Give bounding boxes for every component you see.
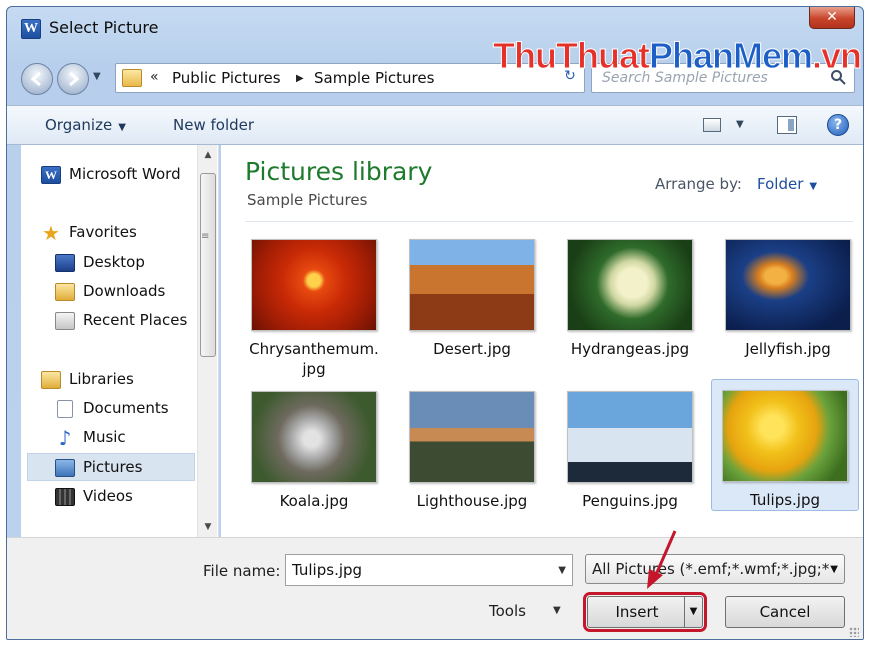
sidebar-scrollbar[interactable]: ▲ ≡ ▼ — [197, 145, 217, 537]
insert-button[interactable]: Insert ▼ — [583, 592, 707, 632]
select-picture-dialog: W Select Picture ✕ ▼ « Public Pictures ▶… — [6, 6, 864, 640]
document-icon — [57, 400, 73, 418]
thumbnail-hydrangeas — [567, 239, 693, 331]
breadcrumb-overflow[interactable]: « — [150, 69, 159, 85]
libraries-icon — [41, 371, 61, 389]
scroll-up-arrow-icon[interactable]: ▲ — [198, 145, 218, 165]
file-type-select[interactable]: All Pictures (*.emf;*.wmf;*.jpg;* ▼ — [585, 554, 845, 584]
chevron-down-icon: ▼ — [809, 181, 818, 192]
breadcrumb-separator[interactable]: ▶ — [296, 73, 304, 84]
view-options-dropdown[interactable]: ▼ — [736, 119, 744, 130]
file-item-koala[interactable]: Koala.jpg — [239, 381, 383, 510]
scrollbar-thumb[interactable] — [200, 173, 216, 357]
window-title: Select Picture — [49, 18, 159, 37]
music-note-icon: ♪ — [58, 426, 72, 450]
file-list-pane: Pictures library Sample Pictures Arrange… — [221, 145, 863, 537]
file-name-label: File name: — [203, 562, 281, 580]
arrange-by-label: Arrange by: — [655, 175, 742, 193]
file-item-tulips[interactable]: Tulips.jpg — [711, 379, 859, 511]
back-arrow-icon — [30, 71, 41, 87]
file-item-penguins[interactable]: Penguins.jpg — [555, 381, 699, 510]
sidebar-item-recent-places[interactable]: Recent Places — [21, 307, 193, 335]
forward-button[interactable] — [57, 63, 89, 95]
file-name-label: Chrysanthemum. jpg — [249, 340, 379, 378]
watermark-logo: ThuThuatPhanMem.vn — [493, 35, 863, 77]
file-item-desert[interactable]: Desert.jpg — [397, 229, 541, 358]
thumbnail-tulips — [722, 390, 848, 482]
breadcrumb-sample-pictures[interactable]: Sample Pictures — [314, 69, 434, 87]
new-folder-button[interactable]: New folder — [173, 116, 254, 134]
chevron-down-icon: ▼ — [118, 122, 126, 133]
library-title: Pictures library — [245, 157, 433, 186]
forward-arrow-icon — [69, 71, 80, 87]
preview-pane-icon[interactable] — [777, 116, 797, 134]
file-name-label: Desert.jpg — [433, 340, 511, 358]
help-icon[interactable]: ? — [827, 114, 849, 136]
thumbnail-jellyfish — [725, 239, 851, 331]
sidebar-item-videos[interactable]: Videos — [21, 483, 193, 511]
file-name-label: Lighthouse.jpg — [416, 492, 528, 510]
file-name-label: Jellyfish.jpg — [745, 340, 831, 358]
file-item-lighthouse[interactable]: Lighthouse.jpg — [397, 381, 541, 510]
folder-icon — [122, 69, 142, 87]
tools-menu[interactable]: Tools — [489, 602, 526, 620]
file-item-hydrangeas[interactable]: Hydrangeas.jpg — [555, 229, 699, 358]
sidebar-item-downloads[interactable]: Downloads — [21, 278, 193, 306]
pictures-icon — [55, 459, 75, 477]
sidebar-item-desktop[interactable]: Desktop — [21, 249, 193, 277]
cancel-button[interactable]: Cancel — [725, 596, 845, 628]
header-divider — [245, 221, 853, 222]
chevron-down-icon[interactable]: ▼ — [558, 565, 566, 576]
close-button[interactable]: ✕ — [809, 7, 855, 29]
back-button[interactable] — [21, 63, 53, 95]
sidebar-item-documents[interactable]: Documents — [21, 395, 193, 423]
sidebar-item-favorites[interactable]: ★ Favorites — [21, 219, 193, 247]
library-subtitle: Sample Pictures — [247, 191, 368, 209]
chevron-down-icon[interactable]: ▼ — [553, 605, 561, 616]
file-name-field[interactable]: Tulips.jpg ▼ — [285, 554, 573, 586]
downloads-folder-icon — [55, 283, 75, 301]
resize-grip-icon[interactable] — [849, 627, 859, 637]
command-toolbar: Organize ▼ New folder ▼ ? — [7, 105, 863, 145]
star-icon: ★ — [42, 221, 60, 245]
file-item-chrysanthemum[interactable]: Chrysanthemum. jpg — [239, 229, 383, 378]
sidebar-item-music[interactable]: ♪ Music — [21, 424, 193, 452]
arrange-by-dropdown[interactable]: Folder ▼ — [757, 175, 817, 193]
thumbnail-koala — [251, 391, 377, 483]
scrollbar-grip-icon: ≡ — [201, 231, 210, 242]
file-name-label: Penguins.jpg — [582, 492, 678, 510]
word-app-icon: W — [21, 19, 41, 39]
change-view-icon[interactable] — [703, 118, 721, 132]
sidebar-item-microsoft-word[interactable]: W Microsoft Word — [21, 161, 193, 189]
organize-menu[interactable]: Organize ▼ — [45, 116, 126, 134]
recent-locations-dropdown[interactable]: ▼ — [93, 71, 101, 82]
scroll-down-arrow-icon[interactable]: ▼ — [198, 517, 218, 537]
sidebar-item-pictures[interactable]: Pictures — [27, 453, 195, 481]
thumbnail-lighthouse — [409, 391, 535, 483]
thumbnail-penguins — [567, 391, 693, 483]
film-icon — [55, 488, 75, 506]
word-icon: W — [41, 166, 61, 184]
dialog-footer: File name: Tulips.jpg ▼ All Pictures (*.… — [7, 537, 863, 639]
file-item-jellyfish[interactable]: Jellyfish.jpg — [713, 229, 857, 358]
chevron-down-icon: ▼ — [830, 564, 838, 575]
desktop-icon — [55, 254, 75, 272]
sidebar-item-libraries[interactable]: Libraries — [21, 366, 193, 394]
file-name-label: Hydrangeas.jpg — [570, 340, 690, 358]
insert-options-dropdown[interactable]: ▼ — [684, 597, 702, 627]
recent-places-icon — [55, 312, 75, 330]
thumbnail-chrysanthemum — [251, 239, 377, 331]
thumbnail-desert — [409, 239, 535, 331]
breadcrumb-public-pictures[interactable]: Public Pictures — [172, 69, 281, 87]
navigation-pane: W Microsoft Word ★ Favorites Desktop Dow… — [21, 145, 219, 537]
file-name-label: Koala.jpg — [279, 492, 349, 510]
file-name-label: Tulips.jpg — [749, 491, 821, 509]
